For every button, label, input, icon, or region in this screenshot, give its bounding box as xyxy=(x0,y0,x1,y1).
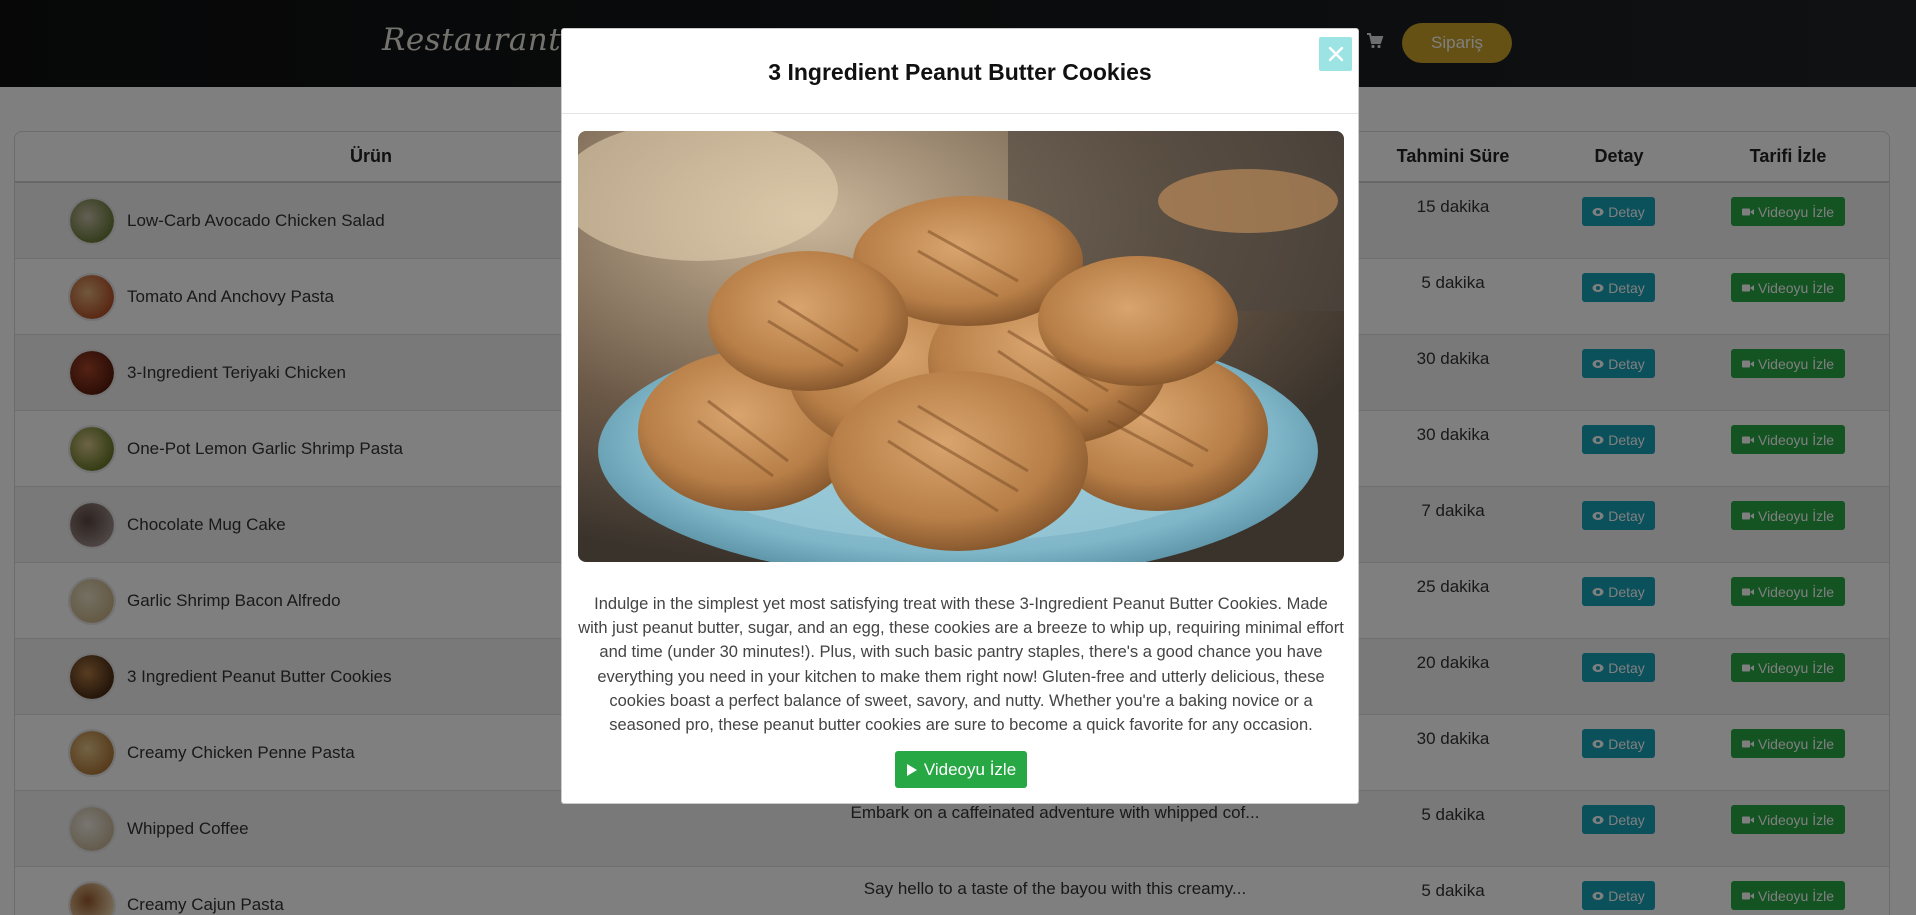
close-button[interactable] xyxy=(1319,37,1352,71)
recipe-description: Indulge in the simplest yet most satisfy… xyxy=(578,595,1344,735)
modal-title: 3 Ingredient Peanut Butter Cookies xyxy=(768,59,1152,85)
recipe-image xyxy=(578,131,1344,562)
close-icon xyxy=(1328,46,1343,62)
recipe-modal: 3 Ingredient Peanut Butter Cookies Indul… xyxy=(561,28,1359,804)
play-icon xyxy=(906,763,917,776)
watch-video-button[interactable]: Videoyu İzle xyxy=(895,751,1027,788)
watch-video-label: Videoyu İzle xyxy=(923,759,1017,779)
modal-header: 3 Ingredient Peanut Butter Cookies xyxy=(562,29,1358,114)
